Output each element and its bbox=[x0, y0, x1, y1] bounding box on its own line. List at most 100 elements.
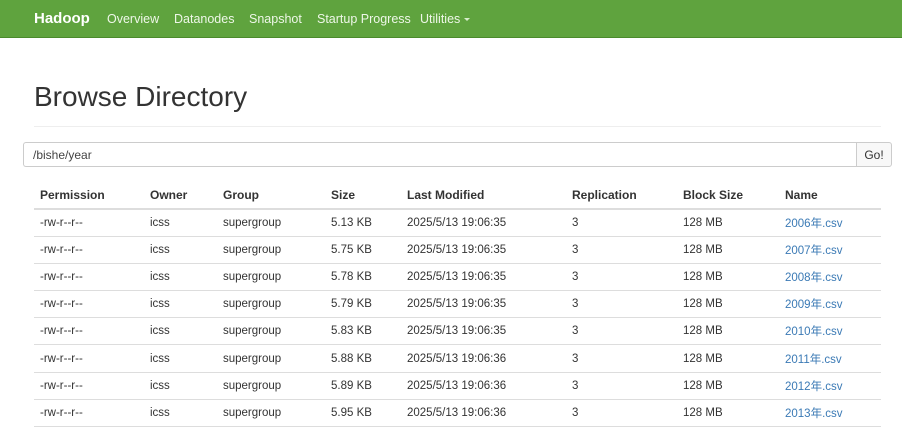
cell-permission: -rw-r--r-- bbox=[34, 399, 144, 428]
cell-name: 2010年.csv bbox=[779, 317, 881, 346]
cell-last-modified: 2025/5/13 19:06:35 bbox=[401, 209, 566, 237]
chevron-down-icon bbox=[464, 18, 471, 22]
cell-name: 2013年.csv bbox=[779, 399, 881, 428]
file-link[interactable]: 2007年.csv bbox=[785, 245, 843, 257]
file-link[interactable]: 2010年.csv bbox=[785, 326, 843, 338]
column-header-group[interactable]: Group bbox=[217, 181, 325, 210]
cell-replication: 3 bbox=[566, 317, 677, 346]
cell-last-modified: 2025/5/13 19:06:36 bbox=[401, 399, 566, 428]
cell-block-size: 128 MB bbox=[677, 399, 779, 428]
cell-replication: 3 bbox=[566, 399, 677, 428]
cell-block-size: 128 MB bbox=[677, 317, 779, 346]
nav-item-startup-progress[interactable]: Startup Progress bbox=[317, 0, 411, 38]
cell-last-modified: 2025/5/13 19:06:36 bbox=[401, 344, 566, 373]
cell-group: supergroup bbox=[217, 263, 325, 292]
table-row: -rw-r--r-- icss supergroup 5.13 KB 2025/… bbox=[34, 209, 881, 237]
file-listing-table: Permission Owner Group Size Last Modifie… bbox=[34, 181, 881, 428]
go-button[interactable]: Go! bbox=[856, 142, 892, 167]
column-header-owner[interactable]: Owner bbox=[144, 181, 217, 210]
cell-block-size: 128 MB bbox=[677, 263, 779, 292]
cell-last-modified: 2025/5/13 19:06:35 bbox=[401, 263, 566, 292]
cell-last-modified: 2025/5/13 19:06:35 bbox=[401, 290, 566, 319]
cell-block-size: 128 MB bbox=[677, 209, 779, 237]
cell-owner: icss bbox=[144, 372, 217, 400]
nav-item-utilities-label: Utilities bbox=[420, 12, 461, 26]
table-row: -rw-r--r-- icss supergroup 5.89 KB 2025/… bbox=[34, 372, 881, 400]
file-link[interactable]: 2009年.csv bbox=[785, 299, 843, 311]
table-header-row: Permission Owner Group Size Last Modifie… bbox=[34, 181, 881, 210]
cell-size: 5.75 KB bbox=[325, 236, 401, 264]
cell-owner: icss bbox=[144, 344, 217, 373]
cell-owner: icss bbox=[144, 209, 217, 237]
cell-group: supergroup bbox=[217, 344, 325, 373]
cell-owner: icss bbox=[144, 290, 217, 319]
header-divider bbox=[34, 126, 881, 127]
cell-last-modified: 2025/5/13 19:06:35 bbox=[401, 317, 566, 346]
column-header-last-modified[interactable]: Last Modified bbox=[401, 181, 566, 210]
cell-last-modified: 2025/5/13 19:06:35 bbox=[401, 236, 566, 264]
table-row: -rw-r--r-- icss supergroup 5.78 KB 2025/… bbox=[34, 263, 881, 292]
cell-group: supergroup bbox=[217, 290, 325, 319]
cell-group: supergroup bbox=[217, 372, 325, 400]
column-header-size[interactable]: Size bbox=[325, 181, 401, 210]
directory-path-input[interactable] bbox=[23, 142, 857, 167]
nav-item-utilities[interactable]: Utilities bbox=[420, 0, 471, 38]
column-header-name[interactable]: Name bbox=[779, 181, 881, 210]
cell-permission: -rw-r--r-- bbox=[34, 290, 144, 319]
cell-group: supergroup bbox=[217, 236, 325, 264]
file-link[interactable]: 2008年.csv bbox=[785, 272, 843, 284]
cell-permission: -rw-r--r-- bbox=[34, 317, 144, 346]
cell-name: 2012年.csv bbox=[779, 372, 881, 400]
table-row: -rw-r--r-- icss supergroup 5.83 KB 2025/… bbox=[34, 317, 881, 346]
file-link[interactable]: 2012年.csv bbox=[785, 381, 843, 393]
cell-block-size: 128 MB bbox=[677, 344, 779, 373]
table-row: -rw-r--r-- icss supergroup 5.88 KB 2025/… bbox=[34, 344, 881, 373]
cell-permission: -rw-r--r-- bbox=[34, 263, 144, 292]
cell-size: 5.83 KB bbox=[325, 317, 401, 346]
cell-size: 5.78 KB bbox=[325, 263, 401, 292]
cell-permission: -rw-r--r-- bbox=[34, 372, 144, 400]
cell-size: 5.95 KB bbox=[325, 399, 401, 428]
cell-permission: -rw-r--r-- bbox=[34, 236, 144, 264]
table-row: -rw-r--r-- icss supergroup 5.95 KB 2025/… bbox=[34, 399, 881, 428]
cell-block-size: 128 MB bbox=[677, 236, 779, 264]
cell-last-modified: 2025/5/13 19:06:36 bbox=[401, 372, 566, 400]
cell-replication: 3 bbox=[566, 344, 677, 373]
nav-item-snapshot[interactable]: Snapshot bbox=[249, 0, 302, 38]
cell-owner: icss bbox=[144, 236, 217, 264]
column-header-block-size[interactable]: Block Size bbox=[677, 181, 779, 210]
cell-group: supergroup bbox=[217, 399, 325, 428]
cell-block-size: 128 MB bbox=[677, 290, 779, 319]
cell-replication: 3 bbox=[566, 290, 677, 319]
table-row: -rw-r--r-- icss supergroup 5.79 KB 2025/… bbox=[34, 290, 881, 319]
nav-item-datanodes[interactable]: Datanodes bbox=[174, 0, 234, 38]
cell-size: 5.13 KB bbox=[325, 209, 401, 237]
nav-item-overview[interactable]: Overview bbox=[107, 0, 159, 38]
top-navbar: Hadoop Overview Datanodes Snapshot Start… bbox=[0, 0, 902, 38]
cell-owner: icss bbox=[144, 263, 217, 292]
cell-replication: 3 bbox=[566, 236, 677, 264]
cell-name: 2009年.csv bbox=[779, 290, 881, 319]
file-link[interactable]: 2013年.csv bbox=[785, 408, 843, 420]
cell-owner: icss bbox=[144, 399, 217, 428]
cell-name: 2007年.csv bbox=[779, 236, 881, 264]
cell-owner: icss bbox=[144, 317, 217, 346]
brand-logo[interactable]: Hadoop bbox=[34, 0, 90, 38]
cell-block-size: 128 MB bbox=[677, 372, 779, 400]
cell-size: 5.89 KB bbox=[325, 372, 401, 400]
cell-name: 2008年.csv bbox=[779, 263, 881, 292]
cell-replication: 3 bbox=[566, 263, 677, 292]
cell-permission: -rw-r--r-- bbox=[34, 209, 144, 237]
cell-replication: 3 bbox=[566, 372, 677, 400]
file-link[interactable]: 2011年.csv bbox=[785, 354, 842, 366]
file-link[interactable]: 2006年.csv bbox=[785, 218, 843, 230]
cell-size: 5.88 KB bbox=[325, 344, 401, 373]
cell-name: 2011年.csv bbox=[779, 344, 881, 373]
cell-group: supergroup bbox=[217, 317, 325, 346]
cell-permission: -rw-r--r-- bbox=[34, 344, 144, 373]
column-header-replication[interactable]: Replication bbox=[566, 181, 677, 210]
cell-group: supergroup bbox=[217, 209, 325, 237]
page-title: Browse Directory bbox=[34, 81, 248, 112]
table-row: -rw-r--r-- icss supergroup 5.75 KB 2025/… bbox=[34, 236, 881, 264]
column-header-permission[interactable]: Permission bbox=[34, 181, 144, 210]
